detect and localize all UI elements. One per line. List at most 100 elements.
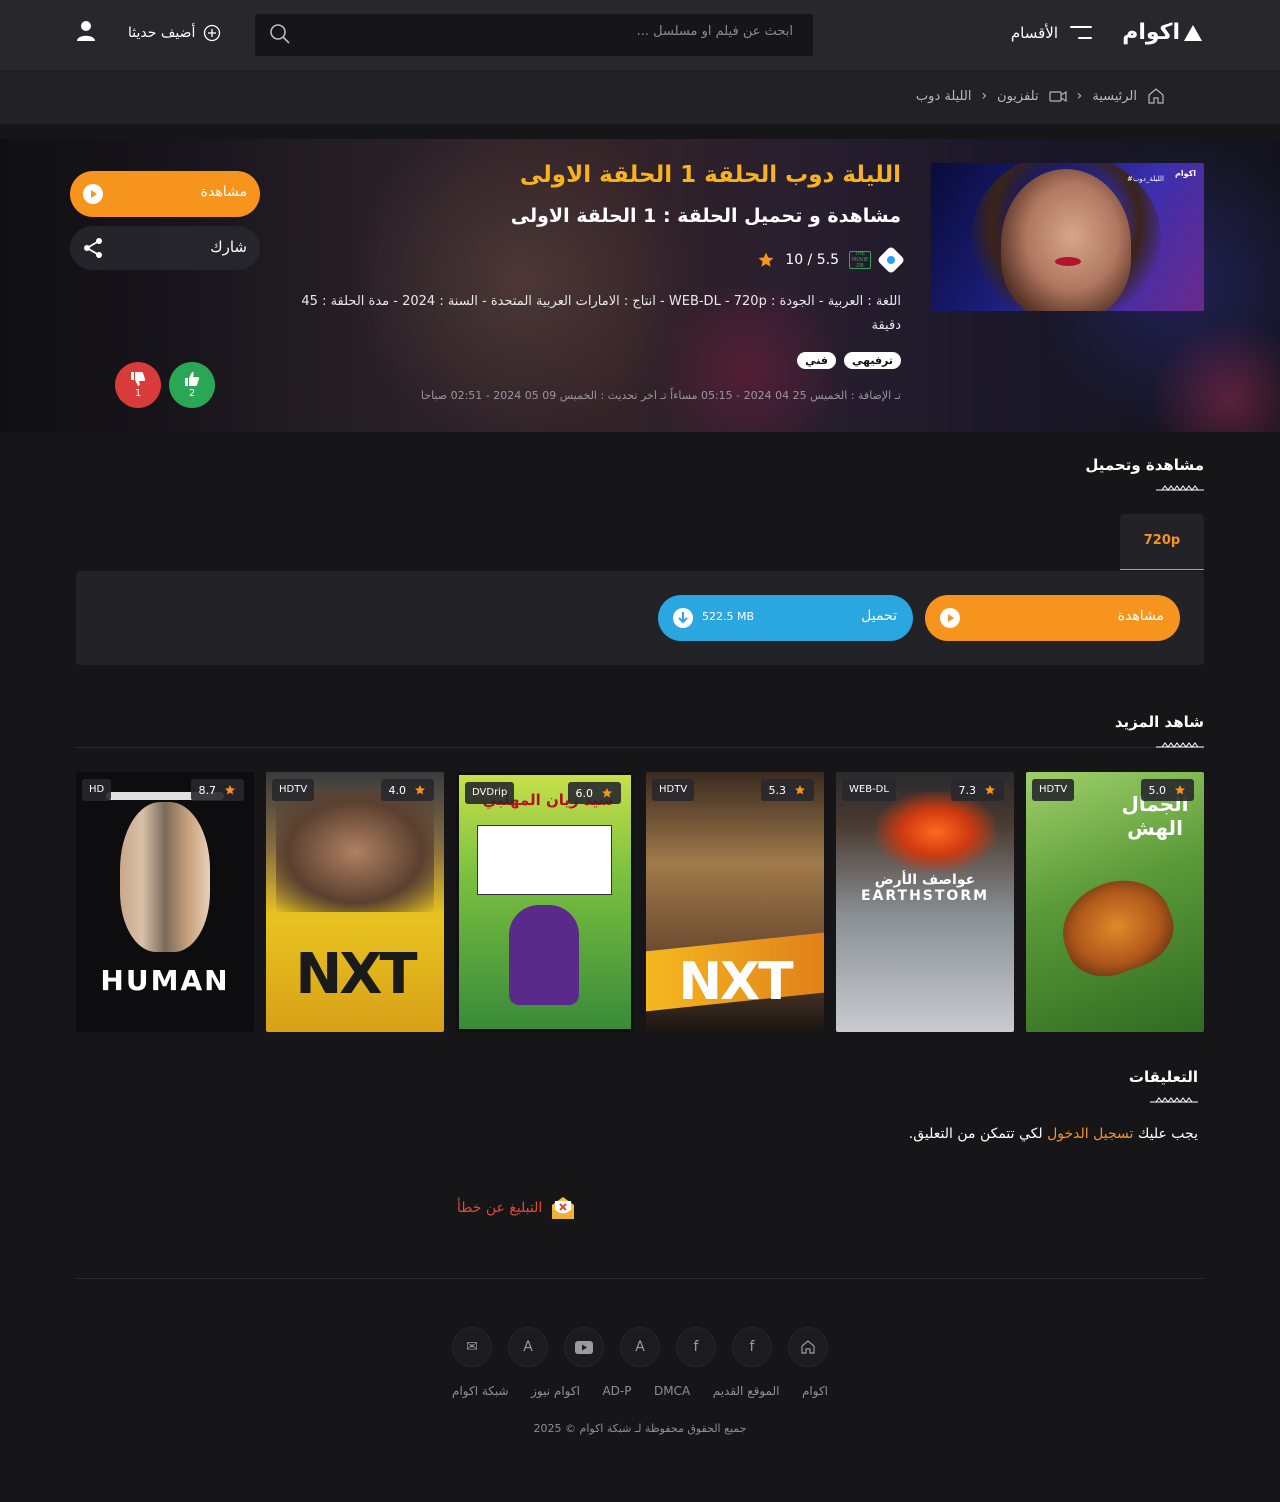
watch-button[interactable]: مشاهدة xyxy=(70,171,260,217)
like-count: 2 xyxy=(188,388,196,399)
home-icon xyxy=(1148,88,1164,104)
play-icon xyxy=(940,608,960,628)
footer-links: اكوام الموقع القديم DMCA AD-P اكوام نيوز… xyxy=(452,1384,828,1398)
card-poster-title: HUMAN xyxy=(100,964,230,997)
page-subtitle: مشاهدة و تحميل الحلقة : 1 الحلقة الاولى xyxy=(510,205,901,227)
share-button[interactable]: شارك xyxy=(70,226,260,270)
card-poster-title: NXT xyxy=(295,942,417,1007)
logo-text: اكوام xyxy=(1122,20,1181,45)
stream-watch-button[interactable]: مشاهدة xyxy=(925,595,1180,641)
facebook-icon[interactable]: f xyxy=(732,1327,772,1367)
star-icon xyxy=(795,785,805,795)
user-icon[interactable] xyxy=(76,20,96,42)
chevron-left-icon: ‹ xyxy=(1076,88,1083,104)
download-label: تحميل xyxy=(861,608,897,624)
copyright-text: جميع الحقوق محفوظة لـ شبكة اكوام © 2025 xyxy=(533,1422,747,1435)
plus-circle-icon xyxy=(204,24,221,42)
dislike-button[interactable]: 1 xyxy=(115,362,161,408)
home-icon[interactable] xyxy=(788,1327,828,1367)
added-updated-dates: تـ الإضافة : الخميس 25 04 2024 - 05:15 م… xyxy=(420,389,901,402)
card-rating-value: 4.0 xyxy=(388,783,407,797)
zigzag-divider xyxy=(1156,485,1204,491)
thumbs-down-icon xyxy=(131,372,146,386)
youtube-icon[interactable] xyxy=(564,1327,604,1367)
provider-icon xyxy=(876,245,906,275)
episode-details: اللغة : العربية - الجودة : WEB-DL - 720p… xyxy=(301,294,901,333)
social-links: ✉ A A f f xyxy=(452,1327,828,1367)
footer-link[interactable]: اكوام نيوز xyxy=(531,1384,580,1398)
share-label: شارك xyxy=(210,238,247,256)
star-icon xyxy=(602,788,612,798)
card-rating: 4.0 xyxy=(380,779,434,801)
categories-label: الأقسام xyxy=(1010,24,1058,42)
card-rating-value: 6.0 xyxy=(575,786,594,800)
card-quality: HDTV xyxy=(1032,779,1075,801)
breadcrumb-current[interactable]: الليلة دوب xyxy=(916,89,972,104)
categories-menu-button[interactable]: الأقسام xyxy=(1011,24,1092,42)
search-box xyxy=(255,14,813,56)
ratings-row: THE MOVIE DB 5.5 / 10 xyxy=(757,245,906,275)
app-store-icon[interactable]: A xyxy=(508,1327,548,1367)
note-suffix: لكي تتمكن من التعليق. xyxy=(908,1126,1043,1142)
note-prefix: يجب عليك xyxy=(1137,1126,1198,1142)
star-icon xyxy=(415,785,425,795)
star-icon xyxy=(758,252,774,267)
star-icon xyxy=(985,785,995,795)
comment-login-note: يجب عليك تسجيل الدخول لكي تتمكن من التعل… xyxy=(909,1126,1198,1142)
like-button[interactable]: 2 xyxy=(169,362,215,408)
footer-link[interactable]: اكوام xyxy=(802,1384,828,1398)
footer-link[interactable]: الموقع القديم xyxy=(713,1384,780,1398)
thumbs-up-icon xyxy=(185,372,200,386)
watch-label: مشاهدة xyxy=(200,184,247,200)
related-card[interactable]: NXT 5.3 HDTV xyxy=(646,772,824,1032)
site-logo[interactable]: اكوام xyxy=(1122,20,1202,45)
genre-tag[interactable]: فني xyxy=(797,352,836,369)
related-card[interactable]: الجمال الهش 5.0 HDTV xyxy=(1026,772,1204,1032)
breadcrumb: الرئيسية ‹ تلفزيون ‹ الليلة دوب xyxy=(916,87,1165,105)
card-quality: DVDrip xyxy=(465,782,515,804)
episode-poster: اكوام #الليلة_دوب xyxy=(931,163,1204,311)
card-rating: 8.7 xyxy=(190,779,244,801)
card-rating-value: 5.3 xyxy=(768,783,787,797)
star-icon xyxy=(1175,785,1185,795)
login-link[interactable]: تسجيل الدخول xyxy=(1047,1126,1133,1142)
report-envelope-icon xyxy=(552,1197,575,1219)
related-card[interactable]: سيد زيان المهلبي 6.0 DVDrip xyxy=(456,772,634,1032)
footer-link[interactable]: شبكة اكوام xyxy=(452,1384,509,1398)
tmdb-badge[interactable]: THE MOVIE DB xyxy=(849,251,871,269)
card-rating-value: 8.7 xyxy=(198,783,217,797)
comments-heading: التعليقات xyxy=(1128,1068,1198,1086)
footer-link[interactable]: DMCA xyxy=(654,1384,690,1398)
app-store-icon[interactable]: A xyxy=(620,1327,660,1367)
breadcrumb-tv[interactable]: تلفزيون xyxy=(997,89,1039,104)
page-title: الليلة دوب الحلقة 1 الحلقة الاولى xyxy=(519,162,901,188)
card-quality: WEB-DL xyxy=(842,779,896,801)
breadcrumb-home[interactable]: الرئيسية xyxy=(1092,89,1137,104)
card-quality: HD xyxy=(82,779,112,801)
card-poster-title: عواصف الأرض EARTHSTORM xyxy=(860,872,990,904)
card-rating: 7.3 xyxy=(950,779,1004,801)
report-error-link[interactable]: التبليغ عن خطأ xyxy=(457,1196,576,1220)
facebook-icon[interactable]: f xyxy=(676,1327,716,1367)
related-card[interactable]: NXT 4.0 HDTV xyxy=(266,772,444,1032)
tab-720p[interactable]: 720p xyxy=(1120,514,1204,570)
tv-camera-icon xyxy=(1049,90,1067,103)
card-quality: HDTV xyxy=(652,779,695,801)
card-quality: HDTV xyxy=(272,779,315,801)
related-card[interactable]: عواصف الأرض EARTHSTORM 7.3 WEB-DL xyxy=(836,772,1014,1032)
report-label: التبليغ عن خطأ xyxy=(457,1200,543,1216)
search-icon[interactable] xyxy=(269,23,291,45)
download-button[interactable]: تحميل 522.5 MB xyxy=(658,595,913,641)
dislike-count: 1 xyxy=(134,388,142,399)
hamburger-icon xyxy=(1070,26,1092,40)
footer-link[interactable]: AD-P xyxy=(602,1384,631,1398)
card-rating-value: 7.3 xyxy=(958,783,977,797)
recently-added-link[interactable]: أضيف حديثا xyxy=(128,24,221,42)
email-icon[interactable]: ✉ xyxy=(452,1327,492,1367)
search-input[interactable] xyxy=(313,24,793,39)
quality-tab-label: 720p xyxy=(1143,533,1181,548)
related-card[interactable]: HUMAN 8.7 HD xyxy=(76,772,254,1032)
star-icon xyxy=(225,785,235,795)
share-icon xyxy=(84,238,102,258)
genre-tag[interactable]: ترفيهي xyxy=(843,352,901,369)
